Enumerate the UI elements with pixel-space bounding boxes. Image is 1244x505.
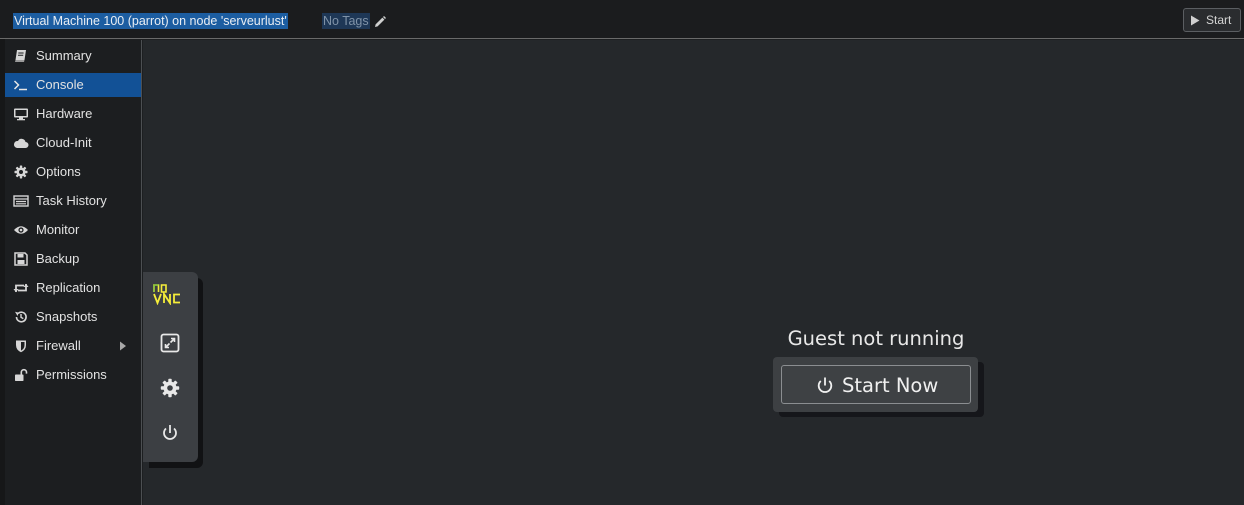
sidebar-item-replication[interactable]: Replication — [5, 276, 141, 300]
cloud-icon — [13, 135, 29, 151]
start-now-button[interactable]: Start Now — [781, 365, 971, 404]
shield-icon — [13, 338, 29, 354]
submenu-arrow-icon[interactable] — [119, 341, 127, 351]
power-button[interactable] — [158, 421, 182, 445]
terminal-icon — [13, 77, 29, 93]
sidebar-item-label: Summary — [36, 48, 92, 63]
sidebar-item-label: Monitor — [36, 222, 80, 237]
sidebar-item-label: Console — [36, 77, 84, 92]
novnc-control-bar — [143, 272, 198, 462]
sidebar-item-options[interactable]: Options — [5, 160, 141, 184]
vm-title: Virtual Machine 100 (parrot) on node 'se… — [13, 13, 288, 29]
retweet-icon — [13, 280, 29, 296]
sidebar-item-label: Hardware — [36, 106, 93, 121]
monitor-icon — [13, 106, 29, 122]
sidebar-item-label: Cloud-Init — [36, 135, 92, 150]
sidebar-item-task-history[interactable]: Task History — [5, 189, 141, 213]
sidebar-item-label: Replication — [36, 280, 101, 295]
fullscreen-button[interactable] — [158, 331, 182, 355]
sidebar-item-firewall[interactable]: Firewall — [5, 334, 141, 358]
console-area[interactable] — [143, 40, 1244, 505]
start-now-label: Start Now — [842, 374, 939, 397]
sidebar-item-backup[interactable]: Backup — [5, 247, 141, 271]
sidebar-item-label: Task History — [36, 193, 107, 208]
sidebar-item-cloud-init[interactable]: Cloud-Init — [5, 131, 141, 155]
list-icon — [13, 193, 29, 209]
power-icon — [817, 377, 833, 393]
novnc-logo-icon — [153, 284, 180, 305]
start-panel: Start Now — [773, 357, 978, 412]
eye-icon — [13, 222, 29, 238]
pencil-icon[interactable] — [373, 15, 387, 29]
book-icon — [13, 48, 29, 64]
play-icon — [1191, 15, 1200, 25]
fullscreen-icon — [160, 333, 180, 353]
sidebar-item-label: Firewall — [36, 338, 81, 353]
sidebar-item-hardware[interactable]: Hardware — [5, 102, 141, 126]
guest-status-message: Guest not running — [787, 327, 965, 350]
settings-button[interactable] — [158, 376, 182, 400]
sidebar: Summary Console Hardware Cloud-Init Opti… — [5, 40, 142, 505]
sidebar-item-label: Snapshots — [36, 309, 98, 324]
sidebar-item-summary[interactable]: Summary — [5, 44, 141, 68]
gear-icon — [13, 164, 29, 180]
sidebar-item-snapshots[interactable]: Snapshots — [5, 305, 141, 329]
power-icon — [163, 425, 177, 440]
start-button-label: Start — [1206, 13, 1232, 27]
sidebar-item-label: Permissions — [36, 367, 107, 382]
unlock-icon — [13, 367, 29, 383]
sidebar-item-label: Backup — [36, 251, 80, 266]
sidebar-item-console[interactable]: Console — [5, 73, 141, 97]
sidebar-item-permissions[interactable]: Permissions — [5, 363, 141, 387]
start-button[interactable]: Start — [1183, 8, 1241, 32]
floppy-icon — [13, 251, 29, 267]
header-bar: Virtual Machine 100 (parrot) on node 'se… — [0, 0, 1244, 39]
sidebar-item-label: Options — [36, 164, 81, 179]
tags-label[interactable]: No Tags — [322, 13, 370, 29]
sidebar-item-monitor[interactable]: Monitor — [5, 218, 141, 242]
history-icon — [13, 309, 29, 325]
settings-icon — [160, 378, 180, 398]
